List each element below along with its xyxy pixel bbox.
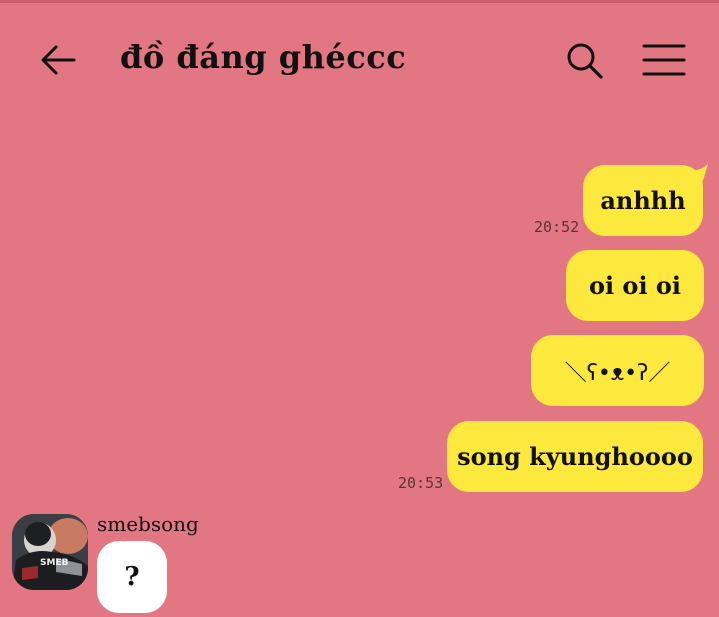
message-text: ＼ʕ•ᴥ•ʔ／ — [564, 360, 671, 386]
avatar-image — [12, 514, 88, 590]
sender-avatar[interactable]: SMEB — [12, 514, 88, 590]
outgoing-message-bubble[interactable]: ＼ʕ•ᴥ•ʔ／ — [531, 335, 704, 406]
outgoing-message-bubble[interactable]: song kyunghoooo — [447, 421, 703, 492]
arrow-left-icon — [41, 45, 76, 75]
outgoing-message-bubble[interactable]: anhhh — [583, 165, 703, 236]
back-button[interactable] — [38, 42, 78, 82]
message-text: ? — [124, 562, 140, 592]
hamburger-menu-icon — [642, 44, 686, 76]
message-time: 20:53 — [398, 474, 444, 492]
search-icon — [567, 43, 603, 79]
chat-header: đồ đáng ghéccc — [0, 0, 719, 120]
message-text: oi oi oi — [588, 271, 682, 300]
incoming-message-bubble[interactable]: ? — [97, 541, 167, 613]
avatar-jersey-text: SMEB — [40, 558, 69, 568]
message-text: song kyunghoooo — [457, 442, 693, 471]
outgoing-message-bubble[interactable]: oi oi oi — [566, 250, 704, 321]
message-text: anhhh — [600, 186, 686, 215]
menu-button[interactable] — [642, 42, 686, 78]
sender-name: smebsong — [97, 512, 199, 536]
search-button[interactable] — [564, 40, 604, 80]
bubble-tail — [686, 164, 708, 190]
chat-title: đồ đáng ghéccc — [120, 38, 407, 76]
message-time: 20:52 — [534, 218, 580, 236]
